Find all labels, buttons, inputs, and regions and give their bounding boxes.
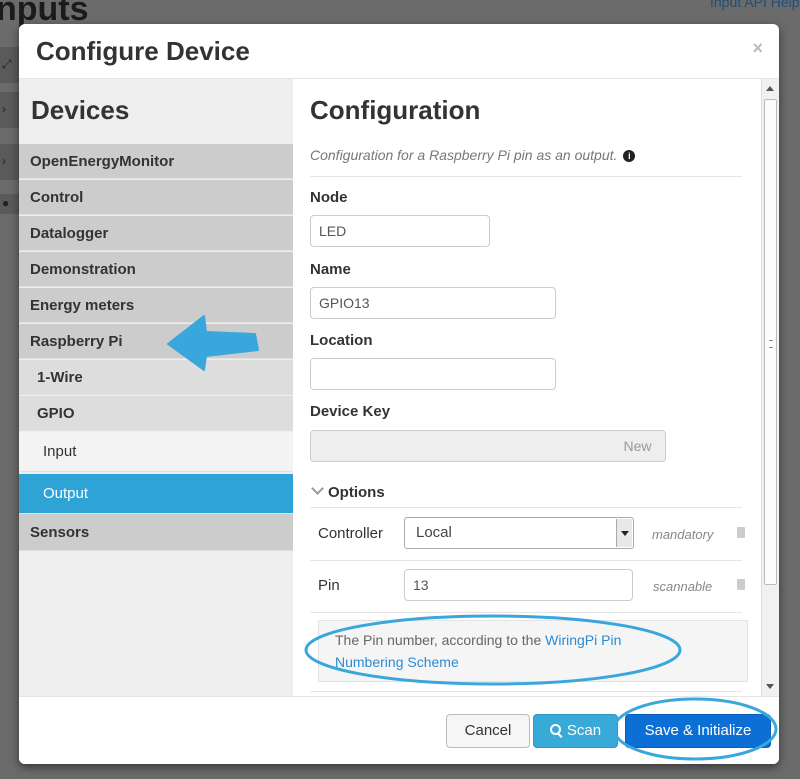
chevron-right-icon: › <box>2 102 6 116</box>
location-label: Location <box>310 332 373 349</box>
controller-value: Local <box>416 524 452 541</box>
trash-icon[interactable] <box>737 527 745 538</box>
cancel-button[interactable]: Cancel <box>446 714 530 748</box>
sidebar-item-sensors[interactable]: Sensors <box>19 514 293 551</box>
trash-icon[interactable] <box>737 579 745 590</box>
divider <box>310 176 742 177</box>
sidebar-item-openenergymonitor[interactable]: OpenEnergyMonitor <box>19 144 293 179</box>
divider <box>310 560 742 561</box>
configuration-title: Configuration <box>310 95 481 125</box>
close-icon[interactable]: × <box>752 38 763 59</box>
location-input[interactable] <box>310 358 556 390</box>
background-help-link[interactable]: Input API Help <box>710 0 800 10</box>
modal-title: Configure Device <box>36 36 250 66</box>
divider <box>310 612 742 613</box>
divider <box>310 691 742 692</box>
configuration-description: Configuration for a Raspberry Pi pin as … <box>310 147 636 163</box>
sidebar-item-1-wire[interactable]: 1-Wire <box>19 360 293 395</box>
background-row: › <box>0 144 20 180</box>
background-row: › <box>0 92 20 128</box>
background-row: ⤢ <box>0 47 20 83</box>
save-initialize-button[interactable]: Save & Initialize <box>625 714 771 748</box>
modal-header: Configure Device × <box>19 24 779 79</box>
controller-select[interactable]: Local <box>404 517 634 549</box>
background-row: ● <box>0 194 20 214</box>
scan-button[interactable]: Scan <box>533 714 618 748</box>
scrollbar[interactable] <box>761 79 779 696</box>
new-key-button[interactable]: New <box>610 430 666 462</box>
chevron-right-icon: › <box>2 154 6 168</box>
scrollbar-thumb[interactable] <box>764 99 777 585</box>
plus-circle-icon: ● <box>2 196 10 210</box>
sidebar-heading: Devices <box>31 95 130 125</box>
info-icon[interactable]: i <box>623 150 636 162</box>
sidebar-item-raspberry-pi[interactable]: Raspberry Pi <box>19 324 293 359</box>
pin-help-box: The Pin number, according to the WiringP… <box>318 620 748 682</box>
search-icon <box>549 724 561 735</box>
scan-label: Scan <box>566 722 602 739</box>
sidebar-item-energy-meters[interactable]: Energy meters <box>19 288 293 323</box>
devices-sidebar: Devices OpenEnergyMonitor Control Datalo… <box>19 79 293 696</box>
scroll-up-arrow-icon[interactable] <box>766 86 774 91</box>
expand-icon: ⤢ <box>2 57 12 71</box>
select-arrow-icon <box>616 519 632 547</box>
pin-hint: scannable <box>653 579 713 594</box>
chevron-down-icon <box>311 482 324 495</box>
sidebar-item-demonstration[interactable]: Demonstration <box>19 252 293 287</box>
scroll-down-arrow-icon[interactable] <box>766 684 774 689</box>
modal-footer: Cancel Scan Save & Initialize <box>19 696 779 764</box>
options-toggle[interactable]: Options <box>311 482 385 501</box>
pin-label: Pin <box>318 577 340 594</box>
name-label: Name <box>310 261 351 278</box>
sidebar-item-gpio[interactable]: GPIO <box>19 396 293 431</box>
device-key-input <box>310 430 611 462</box>
configure-device-modal: Configure Device × Devices OpenEnergyMon… <box>19 24 779 764</box>
pin-input[interactable]: 13 <box>404 569 633 601</box>
options-label: Options <box>328 484 385 501</box>
controller-label: Controller <box>318 525 384 542</box>
sidebar-item-output[interactable]: Output <box>19 474 293 514</box>
sidebar-item-control[interactable]: Control <box>19 180 293 215</box>
sidebar-item-input[interactable]: Input <box>19 432 293 472</box>
description-text: Configuration for a Raspberry Pi pin as … <box>310 147 618 163</box>
controller-hint: mandatory <box>652 527 714 542</box>
node-input[interactable]: LED <box>310 215 490 247</box>
node-label: Node <box>310 189 348 206</box>
device-key-label: Device Key <box>310 403 391 420</box>
grip-icon <box>769 340 773 348</box>
help-prefix: The Pin number, according to the <box>335 632 546 648</box>
name-input[interactable]: GPIO13 <box>310 287 556 319</box>
pin-help-text: The Pin number, according to the WiringP… <box>335 629 665 673</box>
configuration-panel: Configuration Configuration for a Raspbe… <box>293 79 761 696</box>
sidebar-item-datalogger[interactable]: Datalogger <box>19 216 293 251</box>
divider <box>310 507 742 508</box>
